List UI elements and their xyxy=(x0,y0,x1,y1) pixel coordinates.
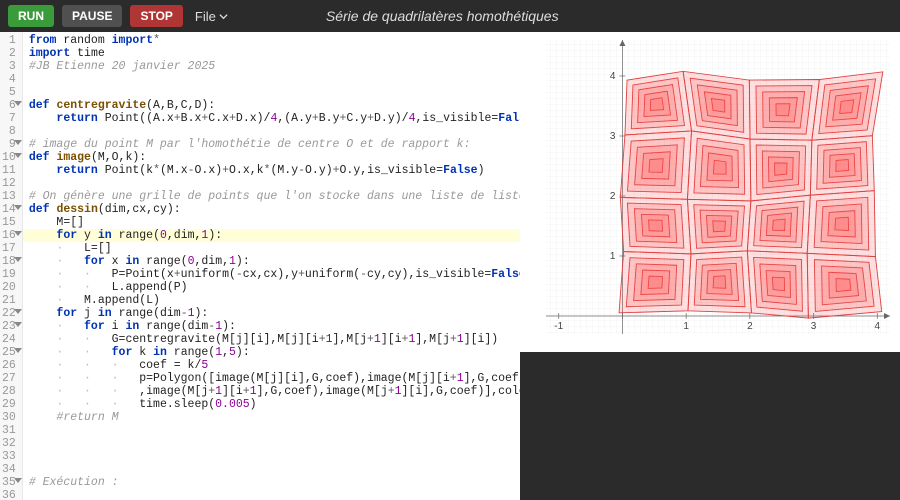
page-title: Série de quadrilatères homothétiques xyxy=(326,8,559,24)
file-label: File xyxy=(195,9,216,24)
main-area: 1234567891011121314151617181920212223242… xyxy=(0,32,900,500)
run-button[interactable]: RUN xyxy=(8,5,54,27)
svg-text:3: 3 xyxy=(610,131,616,142)
file-menu[interactable]: File xyxy=(195,9,228,24)
code-editor[interactable]: 1234567891011121314151617181920212223242… xyxy=(0,32,520,500)
plot-svg: -1 1 2 3 4 1 2 3 4 xyxy=(520,32,900,352)
stop-button[interactable]: STOP xyxy=(130,5,182,27)
line-gutter: 1234567891011121314151617181920212223242… xyxy=(0,32,23,500)
svg-text:4: 4 xyxy=(610,71,616,82)
code-content[interactable]: from random import*import time#JB Etienn… xyxy=(23,32,520,500)
svg-text:2: 2 xyxy=(747,321,753,332)
console-output[interactable] xyxy=(520,352,900,500)
graphics-canvas[interactable]: -1 1 2 3 4 1 2 3 4 xyxy=(520,32,900,352)
output-panel: -1 1 2 3 4 1 2 3 4 xyxy=(520,32,900,500)
app-header: RUN PAUSE STOP File Série de quadrilatèr… xyxy=(0,0,900,32)
svg-text:-1: -1 xyxy=(554,321,563,332)
svg-text:3: 3 xyxy=(811,321,817,332)
chevron-down-icon xyxy=(219,12,228,21)
svg-text:1: 1 xyxy=(610,251,616,262)
svg-text:1: 1 xyxy=(683,321,689,332)
svg-text:2: 2 xyxy=(610,191,616,202)
pause-button[interactable]: PAUSE xyxy=(62,5,122,27)
svg-text:4: 4 xyxy=(874,321,880,332)
